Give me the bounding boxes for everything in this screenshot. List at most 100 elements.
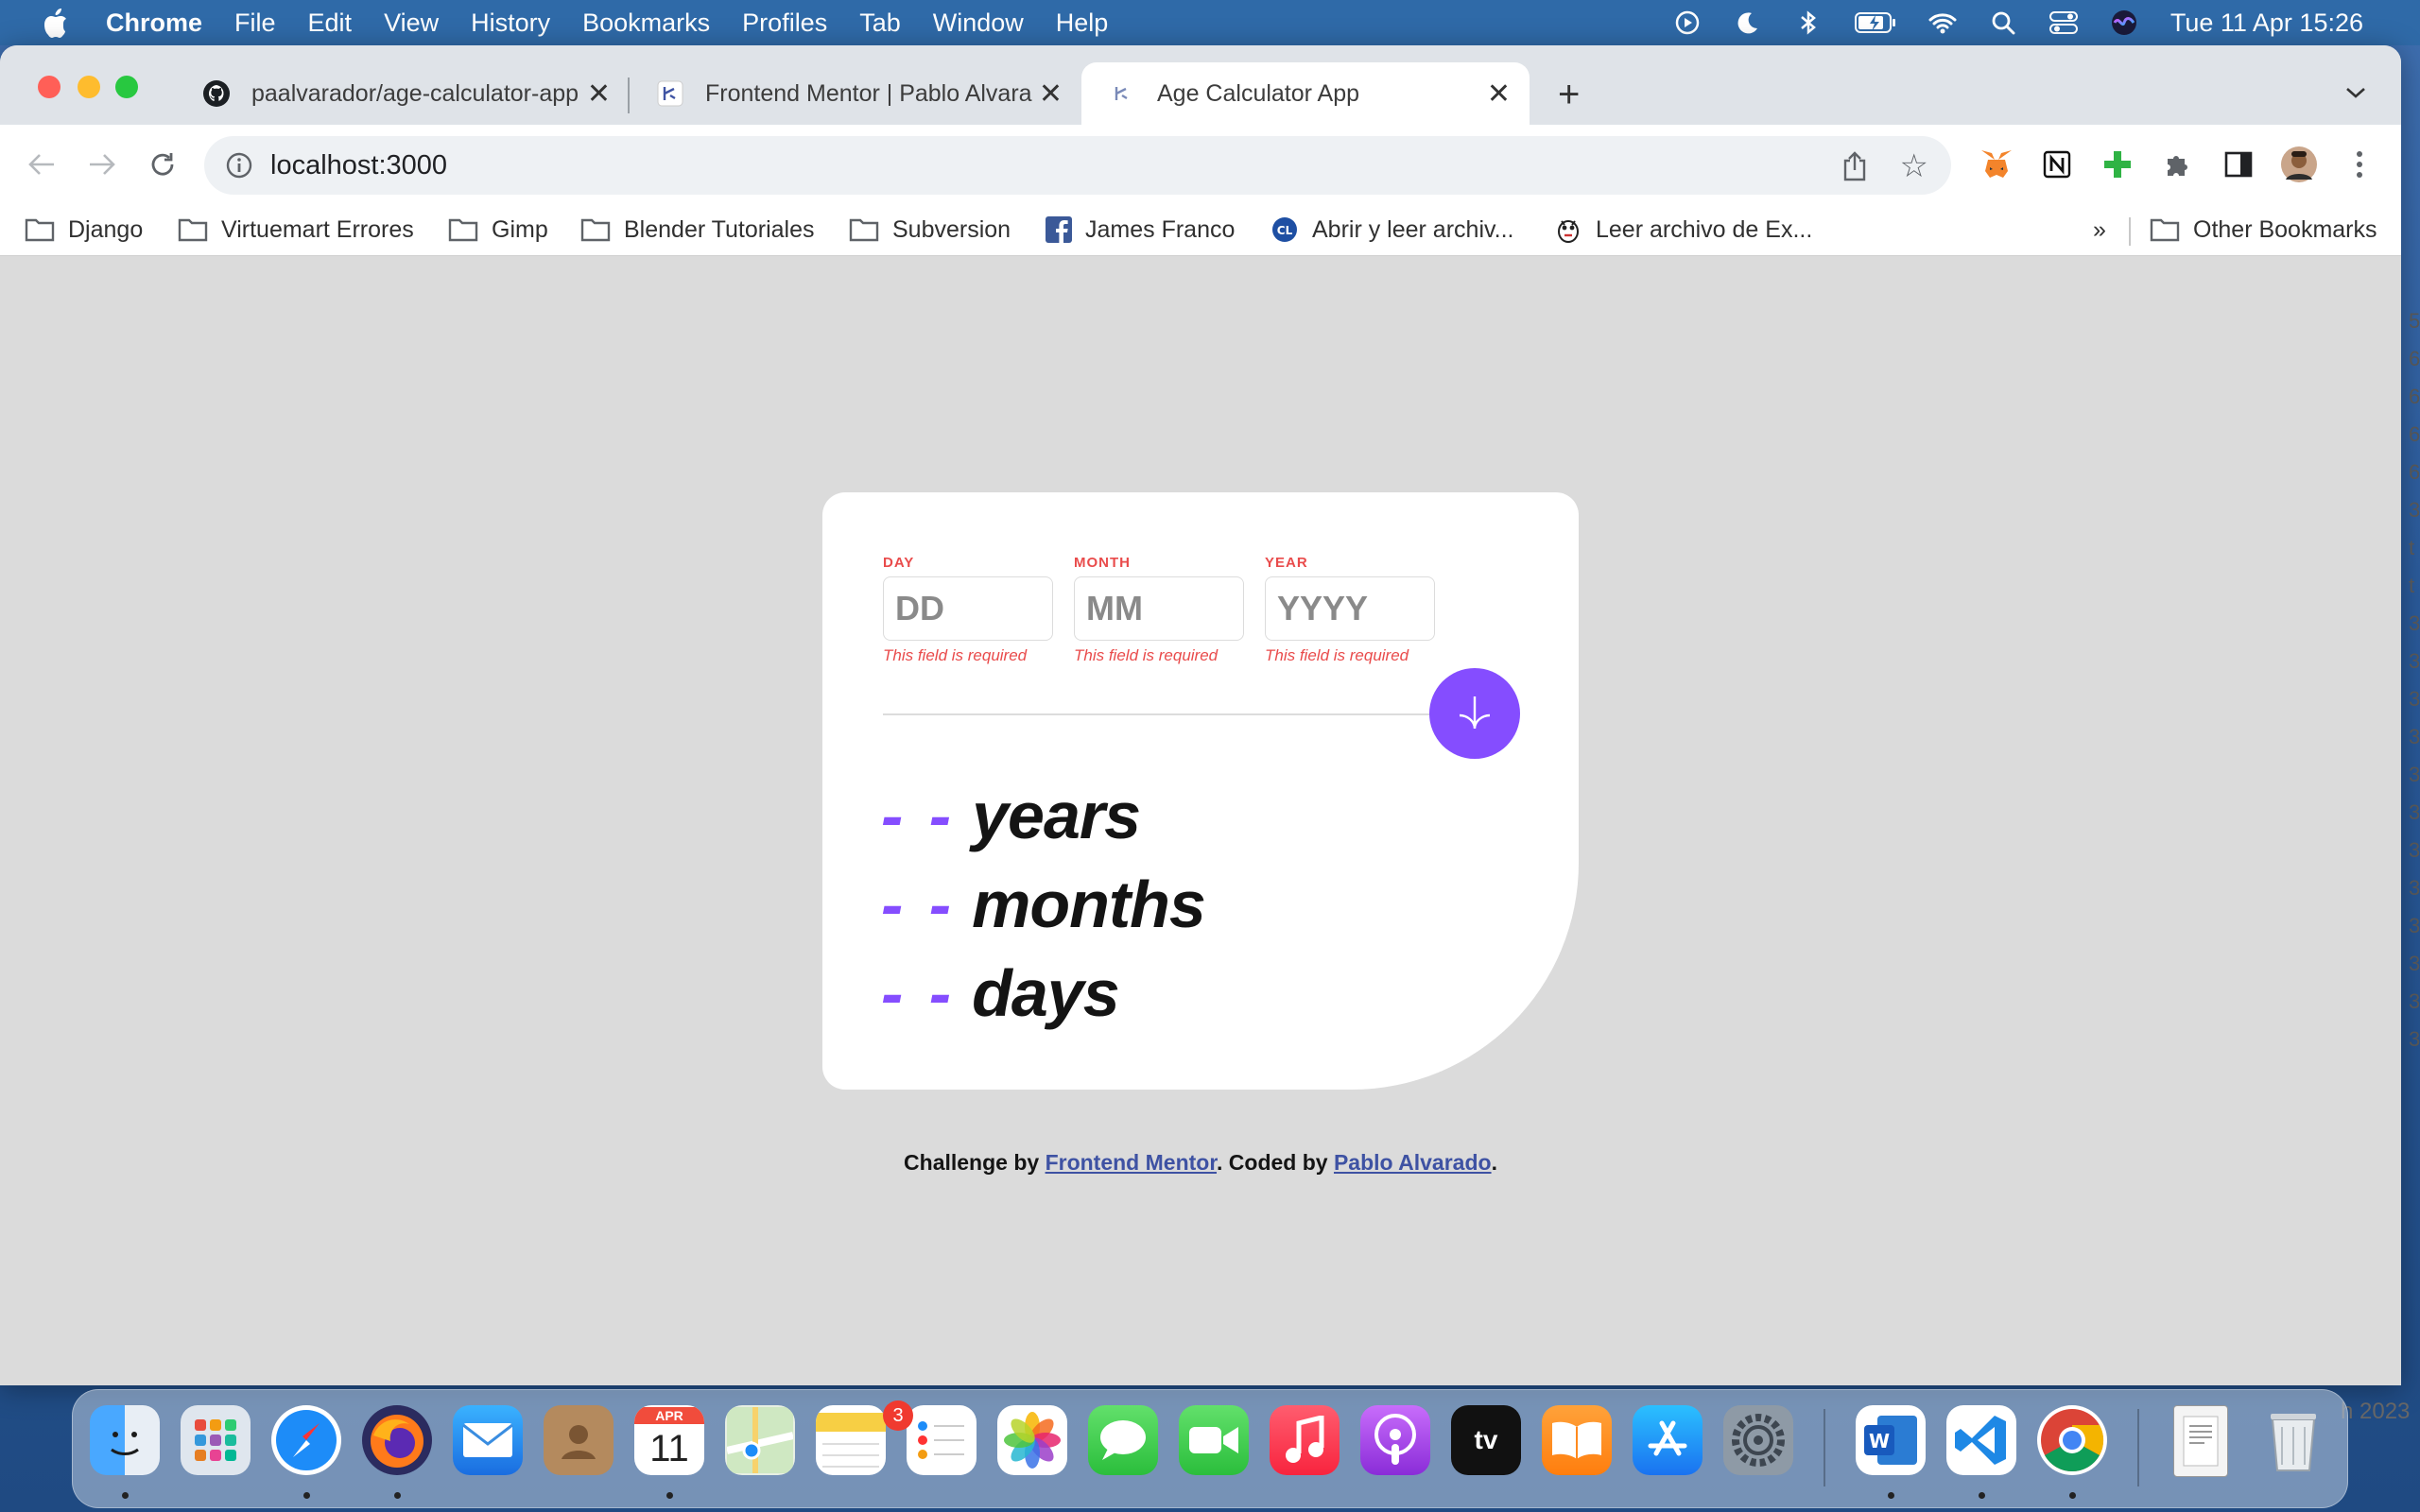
preview-document-icon[interactable] [2173, 1405, 2228, 1477]
podcasts-icon[interactable] [1360, 1405, 1430, 1475]
share-icon[interactable] [1841, 151, 1868, 181]
url-text[interactable]: localhost:3000 [270, 150, 447, 181]
bookmark-subversion[interactable]: Subversion [849, 214, 1011, 246]
bookmark-blender[interactable]: Blender Tutoriales [580, 214, 815, 246]
battery-icon[interactable] [1854, 9, 1896, 37]
background-window-edge: 566663tt333333333333 [2409, 309, 2420, 1051]
day-input[interactable]: DD [883, 576, 1053, 641]
footer-middle: . Coded by [1217, 1150, 1334, 1175]
menu-history[interactable]: History [471, 9, 550, 38]
bookmark-django[interactable]: Django [25, 214, 143, 246]
notion-icon[interactable] [2038, 146, 2076, 183]
menu-edit[interactable]: Edit [308, 9, 353, 38]
firefox-icon[interactable] [362, 1405, 432, 1475]
control-center-icon[interactable] [2048, 9, 2078, 37]
tab-search-chevron-icon[interactable] [2344, 77, 2367, 107]
books-icon[interactable] [1542, 1405, 1612, 1475]
menu-help[interactable]: Help [1056, 9, 1109, 38]
spotlight-search-icon[interactable] [1989, 9, 2017, 37]
launchpad-icon[interactable] [181, 1405, 251, 1475]
year-input[interactable]: YYYY [1265, 576, 1435, 641]
green-plus-extension-icon[interactable] [2099, 146, 2136, 183]
back-arrow-icon[interactable] [23, 146, 60, 183]
other-bookmarks[interactable]: Other Bookmarks [2150, 214, 2377, 246]
notes-icon[interactable] [816, 1405, 886, 1475]
status-area: Tue 11 Apr 15:26 [1641, 0, 2363, 45]
address-bar[interactable]: localhost:3000 ☆ [204, 136, 1951, 195]
siri-icon[interactable] [2110, 9, 2138, 37]
new-tab-icon[interactable]: + [1558, 74, 1580, 116]
tab-age-calculator[interactable]: Age Calculator App ✕ [1081, 62, 1530, 125]
tab-title: Age Calculator App [1157, 79, 1360, 107]
reload-icon[interactable] [144, 146, 182, 183]
close-window-button[interactable] [38, 76, 60, 98]
bookmark-label: Blender Tutoriales [624, 215, 815, 243]
vscode-icon[interactable] [1946, 1405, 2016, 1475]
running-indicator [303, 1492, 310, 1499]
menu-view[interactable]: View [384, 9, 439, 38]
system-preferences-icon[interactable] [1723, 1405, 1793, 1475]
bookmark-james-franco[interactable]: James Franco [1046, 214, 1235, 246]
bookmark-gimp[interactable]: Gimp [448, 214, 548, 246]
menu-file[interactable]: File [234, 9, 276, 38]
close-tab-icon[interactable]: ✕ [1039, 77, 1063, 111]
mail-icon[interactable] [453, 1405, 523, 1475]
do-not-disturb-moon-icon[interactable] [1734, 9, 1762, 37]
apple-tv-icon[interactable]: tv [1451, 1405, 1521, 1475]
extensions-puzzle-icon[interactable] [2159, 146, 2197, 183]
app-store-icon[interactable] [1633, 1405, 1703, 1475]
maps-icon[interactable] [725, 1405, 795, 1475]
menu-app-name[interactable]: Chrome [106, 9, 202, 38]
github-icon [203, 80, 230, 107]
site-info-icon[interactable] [225, 151, 253, 180]
chrome-menu-kebab-icon[interactable] [2341, 146, 2378, 183]
menu-bookmarks[interactable]: Bookmarks [582, 9, 710, 38]
folder-icon [178, 218, 208, 242]
frontend-mentor-link[interactable]: Frontend Mentor [1046, 1150, 1217, 1175]
forward-arrow-icon[interactable] [83, 146, 121, 183]
age-calculator-card: DAY DD This field is required MONTH MM T… [822, 492, 1579, 1090]
more-bookmarks-chevron[interactable]: » [2093, 214, 2106, 246]
browser-window: paalvarador/age-calculator-app ✕ Fronten… [0, 45, 2401, 1385]
bookmark-star-icon[interactable]: ☆ [1900, 147, 1928, 185]
zoom-window-button[interactable] [115, 76, 138, 98]
music-icon[interactable] [1270, 1405, 1340, 1475]
bookmark-leer-archivo[interactable]: Leer archivo de Ex... [1554, 214, 1812, 246]
menu-tab[interactable]: Tab [859, 9, 901, 38]
facetime-icon[interactable] [1179, 1405, 1249, 1475]
menu-window[interactable]: Window [933, 9, 1024, 38]
minimize-window-button[interactable] [78, 76, 100, 98]
tab-github[interactable]: paalvarador/age-calculator-app ✕ [176, 62, 630, 125]
wifi-icon[interactable] [1928, 9, 1957, 37]
year-field-group: YEAR YYYY This field is required [1265, 555, 1435, 665]
side-panel-icon[interactable] [2220, 146, 2257, 183]
bookmark-abrir-leer[interactable]: CL Abrir y leer archiv... [1270, 214, 1513, 246]
bookmark-label: Gimp [492, 215, 548, 243]
safari-icon[interactable] [271, 1405, 341, 1475]
year-error-message: This field is required [1265, 646, 1409, 664]
chrome-icon[interactable] [2037, 1405, 2107, 1475]
author-link[interactable]: Pablo Alvarado [1334, 1150, 1492, 1175]
close-tab-icon[interactable]: ✕ [1487, 77, 1511, 111]
trash-icon[interactable] [2258, 1405, 2328, 1475]
bluetooth-icon[interactable] [1794, 9, 1823, 37]
screen-record-icon[interactable] [1673, 9, 1702, 37]
month-input[interactable]: MM [1074, 576, 1244, 641]
reminders-icon[interactable] [907, 1405, 977, 1475]
month-error-message: This field is required [1074, 646, 1219, 664]
photos-icon[interactable] [997, 1405, 1067, 1475]
microsoft-word-icon[interactable]: W [1856, 1405, 1926, 1475]
calendar-icon[interactable]: APR 11 [634, 1405, 704, 1475]
close-tab-icon[interactable]: ✕ [587, 77, 611, 111]
menu-profiles[interactable]: Profiles [742, 9, 827, 38]
messages-icon[interactable] [1088, 1405, 1158, 1475]
metamask-fox-icon[interactable] [1978, 146, 2015, 183]
bookmark-virtuemart[interactable]: Virtuemart Errores [178, 214, 414, 246]
calculate-button[interactable] [1429, 668, 1520, 759]
contacts-icon[interactable] [544, 1405, 614, 1475]
menu-clock[interactable]: Tue 11 Apr 15:26 [2170, 9, 2363, 38]
apple-menu-icon[interactable] [42, 8, 68, 38]
finder-icon[interactable] [90, 1405, 160, 1475]
profile-avatar[interactable] [2278, 144, 2320, 185]
tab-frontend-mentor[interactable]: Frontend Mentor | Pablo Alvarado ✕ [630, 62, 1081, 125]
